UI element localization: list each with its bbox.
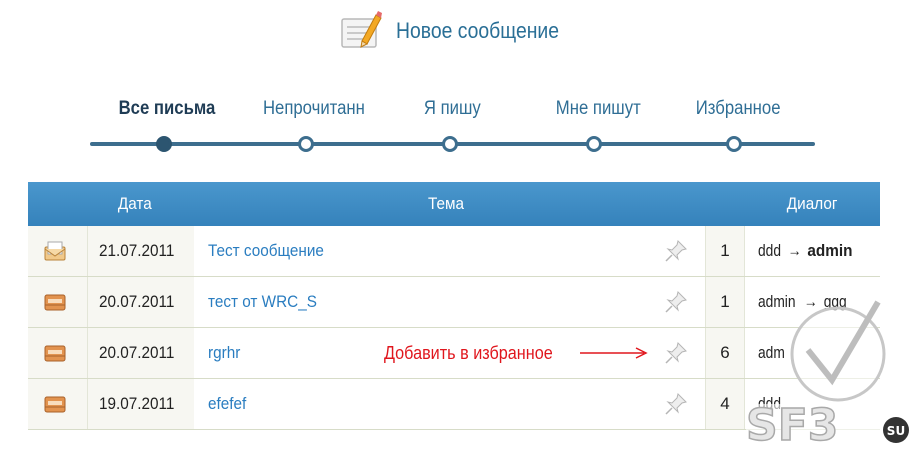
status-cell bbox=[28, 277, 88, 327]
tab-indicator-unread[interactable] bbox=[298, 136, 314, 152]
messages-table: Дата Тема Диалог 21.07.2011 Тест сообщен… bbox=[28, 182, 880, 430]
message-dialog: admin → ggg bbox=[758, 292, 847, 311]
message-filter-tabs: Все письма Непрочитанн Я пишу Мне пишут … bbox=[90, 98, 815, 158]
message-dialog: ddd bbox=[758, 394, 781, 413]
tab-favorites[interactable]: Избранное bbox=[696, 98, 781, 120]
tab-unread[interactable]: Непрочитанн bbox=[263, 98, 365, 120]
tab-indicator-favorites[interactable] bbox=[726, 136, 742, 152]
status-cell bbox=[28, 328, 88, 378]
annotation-arrow-icon bbox=[580, 347, 648, 359]
message-dialog: adm bbox=[758, 343, 785, 362]
pin-favorite-icon[interactable] bbox=[664, 239, 688, 263]
message-date: 19.07.2011 bbox=[88, 379, 194, 429]
message-count: 1 bbox=[705, 226, 745, 276]
message-count: 4 bbox=[705, 379, 745, 429]
add-to-favorites-annotation: Добавить в избранное bbox=[384, 343, 553, 363]
tab-they-write[interactable]: Мне пишут bbox=[556, 98, 641, 120]
envelope-closed-icon bbox=[44, 396, 66, 413]
message-date: 20.07.2011 bbox=[88, 277, 194, 327]
message-row[interactable]: 21.07.2011 Тест сообщение 1 ddd → admin bbox=[28, 226, 880, 277]
status-cell bbox=[28, 379, 88, 429]
new-message-label: Новое сообщение bbox=[396, 18, 560, 43]
compose-pencil-icon bbox=[340, 11, 382, 51]
tab-indicator-i-write[interactable] bbox=[442, 136, 458, 152]
message-date: 21.07.2011 bbox=[88, 226, 194, 276]
envelope-open-icon bbox=[44, 241, 66, 261]
pin-favorite-icon[interactable] bbox=[664, 290, 688, 314]
message-row[interactable]: 19.07.2011 efefef 4 ddd bbox=[28, 379, 880, 430]
new-message-button[interactable]: Новое сообщение bbox=[340, 8, 581, 54]
message-subject-link[interactable]: rgrhr bbox=[208, 328, 244, 378]
message-count: 6 bbox=[705, 328, 745, 378]
tab-indicator-all[interactable] bbox=[156, 136, 172, 152]
envelope-closed-icon bbox=[44, 345, 66, 362]
header-date: Дата bbox=[117, 194, 152, 213]
header-dialog: Диалог bbox=[786, 194, 838, 213]
message-count: 1 bbox=[705, 277, 745, 327]
message-row[interactable]: 20.07.2011 тест от WRC_S 1 admin → ggg bbox=[28, 277, 880, 328]
tab-i-write[interactable]: Я пишу bbox=[424, 98, 481, 120]
pin-favorite-icon[interactable] bbox=[664, 341, 688, 365]
status-cell bbox=[28, 226, 88, 276]
message-subject-link[interactable]: Тест сообщение bbox=[208, 226, 337, 276]
message-subject-link[interactable]: тест от WRC_S bbox=[208, 277, 329, 327]
message-date: 20.07.2011 bbox=[88, 328, 194, 378]
header-subject: Тема bbox=[428, 194, 465, 213]
pin-favorite-icon[interactable] bbox=[664, 392, 688, 416]
tab-indicator-they-write[interactable] bbox=[586, 136, 602, 152]
message-subject-link[interactable]: efefef bbox=[208, 379, 251, 429]
table-header: Дата Тема Диалог bbox=[28, 182, 880, 226]
message-dialog: ddd → admin bbox=[758, 241, 853, 260]
envelope-closed-icon bbox=[44, 294, 66, 311]
tab-all-messages[interactable]: Все письма bbox=[119, 98, 216, 120]
watermark-suffix: SU bbox=[887, 424, 905, 438]
